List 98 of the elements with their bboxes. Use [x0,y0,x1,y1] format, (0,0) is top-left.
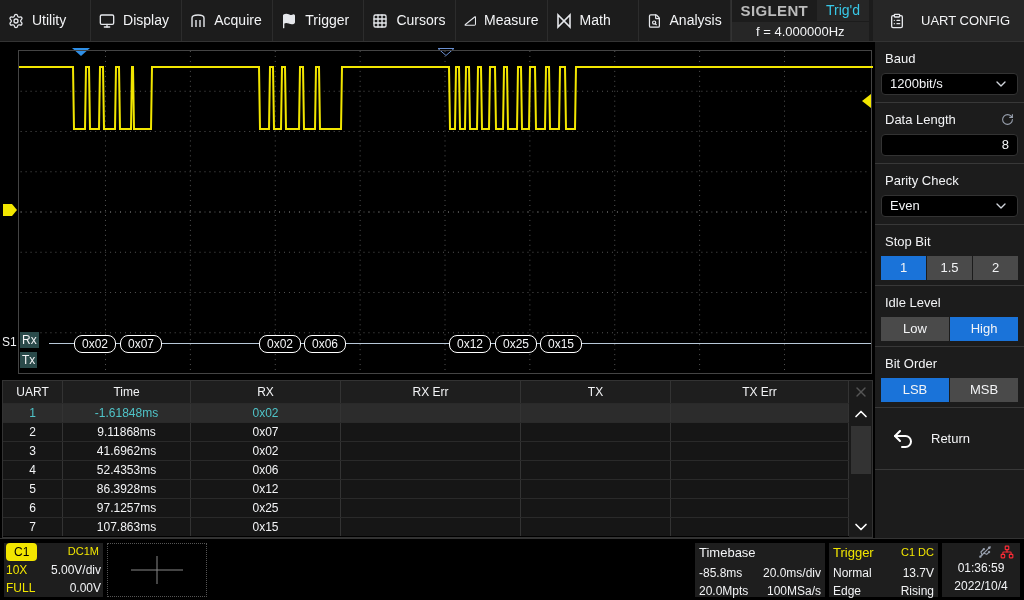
option-button[interactable]: High [950,316,1018,341]
decode-frame: 0x06 [304,335,346,353]
delay-value: -85.8ms [699,565,743,582]
network-icon [1000,544,1014,559]
table-cell: 97.1257ms [96,501,157,515]
plus-icon [131,555,183,584]
coupling-label: DC1M [67,544,100,560]
timebase-card[interactable]: Timebase -85.8ms 20.0ms/div 20.0Mpts 100MSa/s [695,542,825,597]
table-cell: 86.3928ms [96,482,157,496]
option-button[interactable]: 2 [973,255,1018,280]
table-cell: 0x06 [252,463,279,477]
table-row[interactable]: 5 86.3928ms 0x12 [3,479,849,498]
lane-label: Rx [20,332,39,348]
gear-icon [8,12,24,29]
scrollbar-thumb[interactable] [850,426,871,474]
flag-icon [281,12,298,29]
table-cell: 0x15 [252,520,279,534]
setting-label: Parity Check [885,172,959,190]
channel-badge: C1 [6,542,38,561]
ground-marker-icon [3,204,17,216]
table-cell: 4 [29,463,36,477]
table-cell: 107.863ms [96,520,157,534]
setting-label: Idle Level [885,294,941,312]
table-cell: 1 [29,406,36,420]
option-button[interactable]: 1.5 [927,255,972,280]
trigger-source: C1 DC [901,545,934,560]
trigger-marker-icon [72,48,90,56]
option-button[interactable]: LSB [881,377,949,402]
reset-icon[interactable] [1001,113,1014,127]
table-cell: 0x02 [252,406,279,420]
trigger-status: Trig'd [817,0,869,21]
monitor-icon [99,12,116,29]
option-button[interactable]: Low [881,316,949,341]
option-button[interactable]: MSB [950,377,1018,402]
table-cell: 9.11868ms [97,425,156,439]
table-row[interactable]: 6 97.1257ms 0x25 [3,498,849,517]
trigger-slope: Rising [900,583,934,600]
table-row[interactable]: 7 107.863ms 0x15 [3,517,849,536]
trigger-type: Edge [833,583,862,600]
brand-logo: SIGLENT [739,1,810,21]
acquire-icon [190,12,207,29]
decode-frame: 0x07 [120,335,162,353]
channel-slot[interactable] [107,542,207,597]
frequency-readout: f = 4.000000Hz [731,22,869,41]
bandwidth-label: FULL [6,579,36,597]
setting-label: Bit Order [885,355,937,373]
panel-title: UART CONFIG [921,11,1011,30]
table-cell: 7 [29,520,36,534]
table-cell: 52.4353ms [96,463,157,477]
cursors-icon [372,12,389,29]
table-cell: 5 [29,482,36,496]
table-row[interactable]: 2 9.11868ms 0x07 [3,422,849,441]
table-cell: -1.61848ms [94,406,159,420]
offset-value: 0.00V [69,579,101,597]
table-row[interactable]: 3 41.6962ms 0x02 [3,441,849,460]
trigger-title: Trigger [833,543,874,562]
table-cell: 0x02 [252,444,279,458]
option-button[interactable]: 1 [881,255,926,280]
timebase-scale: 20.0ms/div [762,565,821,582]
scale-value: 5.00V/div [50,561,101,579]
level-marker-icon [862,94,871,108]
decode-frame: 0x25 [495,335,537,353]
sample-rate: 100MSa/s [766,583,821,600]
decode-frame: 0x15 [540,335,582,353]
table-cell: 3 [29,444,36,458]
dropdown[interactable]: Even [881,194,1018,217]
analysis-icon [646,12,662,29]
memory-depth: 20.0Mpts [699,583,749,600]
trigger-mode: Normal [833,565,872,582]
timebase-title: Timebase [699,543,757,562]
table-cell: 41.6962ms [96,444,157,458]
bowtie-icon [555,12,572,29]
clipboard-icon [889,12,905,29]
bus-label: S1 [2,334,17,351]
table-cell: 0x25 [252,501,279,515]
trigger-level: 13.7V [902,565,934,582]
table-cell: 2 [29,425,36,439]
table-cell: 6 [29,501,36,515]
usb-icon [978,544,992,559]
probe-label: 10X [6,561,28,579]
decode-frame: 0x02 [259,335,301,353]
decode-frame: 0x12 [449,335,491,353]
table-cell: 0x07 [252,425,279,439]
trigger-card[interactable]: Trigger C1 DC Normal 13.7V Edge Rising [829,542,938,597]
dropdown[interactable]: 1200bit/s [881,72,1018,95]
setting-label: Stop Bit [885,233,931,251]
setting-label: Data Length [885,111,956,129]
decode-frame: 0x02 [74,335,116,353]
channel-card[interactable]: C1 DC1M 10X 5.00V/div FULL 0.00V [4,542,103,597]
number-field[interactable]: 8 [881,133,1018,156]
setting-label: Baud [885,50,916,68]
table-row[interactable]: 1 -1.61848ms 0x02 [3,403,849,422]
position-marker-icon [437,48,455,56]
lane-label: Tx [20,352,38,368]
table-row[interactable]: 4 52.4353ms 0x06 [3,460,849,479]
clock-date: 2022/10/4 [954,577,1008,595]
table-cell: 0x12 [252,482,279,496]
clock-time: 01:36:59 [957,559,1005,577]
